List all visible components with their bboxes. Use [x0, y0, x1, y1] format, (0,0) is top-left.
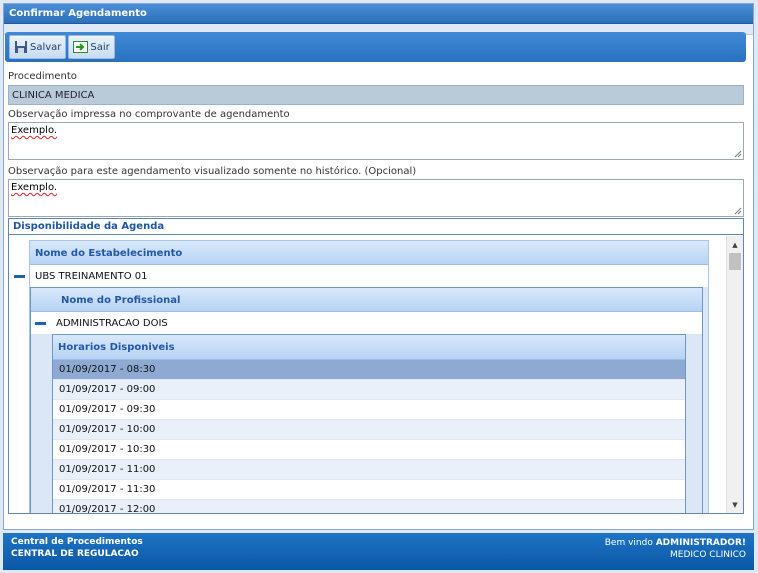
status-unit: CENTRAL DE REGULACAO: [11, 549, 139, 559]
scroll-up-icon[interactable]: ▲: [727, 236, 743, 253]
obs-impressa-textarea[interactable]: Exemplo.: [8, 122, 744, 160]
timeslot-row[interactable]: 01/09/2017 - 09:30: [53, 400, 685, 420]
status-module: Central de Procedimentos: [11, 537, 143, 547]
status-bar: Central de Procedimentos CENTRAL DE REGU…: [3, 533, 754, 570]
timeslot-row[interactable]: 01/09/2017 - 09:00: [53, 380, 685, 400]
resize-grip-icon[interactable]: [734, 207, 742, 215]
save-button-label: Salvar: [30, 41, 62, 53]
user-role: MEDICO CLINICO: [670, 550, 746, 560]
save-button[interactable]: Salvar: [9, 35, 67, 59]
timeslot-row[interactable]: 01/09/2017 - 08:30: [53, 360, 685, 380]
exit-icon: [73, 41, 89, 53]
establishment-row[interactable]: UBS TREINAMENTO 01: [30, 265, 708, 287]
timeslots-header[interactable]: Horarios Disponiveis: [53, 335, 685, 360]
procedimento-label: Procedimento: [8, 71, 77, 82]
procedimento-field: CLINICA MEDICA: [8, 85, 744, 105]
timeslots-list: 01/09/2017 - 08:30 01/09/2017 - 09:00 01/0…: [53, 360, 685, 513]
welcome-text: Bem vindo: [604, 538, 656, 548]
status-right: Bem vindo ADMINISTRADOR! MEDICO CLINICO: [605, 537, 746, 561]
timeslot-row[interactable]: 01/09/2017 - 11:30: [53, 480, 685, 500]
timeslot-row[interactable]: 01/09/2017 - 12:00: [53, 500, 685, 513]
status-left: Central de Procedimentos CENTRAL DE REGU…: [11, 536, 143, 560]
obs-historico-text: Exemplo.: [11, 182, 58, 193]
exit-button[interactable]: Sair: [68, 35, 115, 59]
window-title: Confirmar Agendamento: [4, 4, 753, 24]
timeslot-row[interactable]: 01/09/2017 - 10:00: [53, 420, 685, 440]
collapse-professional-icon[interactable]: [35, 322, 46, 325]
collapse-establishment-icon[interactable]: [14, 275, 25, 278]
obs-historico-textarea[interactable]: Exemplo.: [8, 179, 744, 217]
scrollbar-thumb[interactable]: [729, 253, 741, 270]
exit-button-label: Sair: [90, 41, 110, 53]
agenda-panel: Disponibilidade da Agenda Nome do Estabe…: [8, 218, 744, 514]
timeslots-grid: Horarios Disponiveis 01/09/2017 - 08:30 0…: [52, 334, 686, 513]
save-icon: [15, 41, 27, 53]
resize-grip-icon[interactable]: [734, 150, 742, 158]
establishment-header[interactable]: Nome do Estabelecimento: [30, 241, 708, 265]
vertical-scrollbar[interactable]: ▲ ▼: [726, 236, 743, 513]
scroll-down-icon[interactable]: ▼: [727, 496, 743, 513]
professional-row[interactable]: ADMINISTRACAO DOIS: [31, 312, 702, 334]
professional-header[interactable]: Nome do Profissional: [31, 288, 702, 312]
obs-impressa-text: Exemplo.: [11, 125, 58, 136]
timeslot-row[interactable]: 01/09/2017 - 11:00: [53, 460, 685, 480]
user-name: ADMINISTRADOR!: [655, 538, 746, 548]
timeslot-row[interactable]: 01/09/2017 - 10:30: [53, 440, 685, 460]
toolbar: Salvar Sair: [5, 32, 746, 62]
agenda-panel-title: Disponibilidade da Agenda: [9, 219, 743, 235]
obs-historico-label: Observação para este agendamento visuali…: [8, 166, 417, 177]
obs-impressa-label: Observação impressa no comprovante de ag…: [8, 109, 290, 120]
